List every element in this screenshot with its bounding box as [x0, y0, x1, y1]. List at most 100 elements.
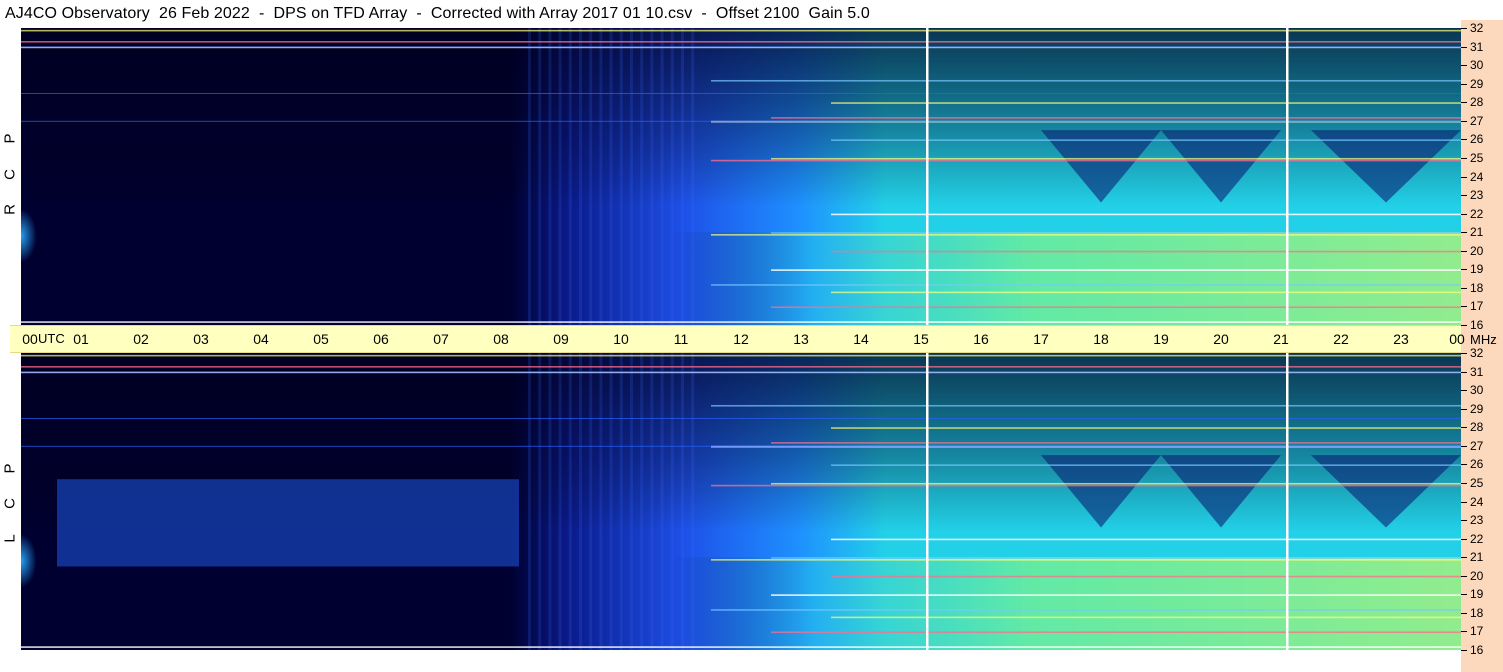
vertical-streak	[548, 353, 552, 650]
freq-tick-label: 23	[1470, 513, 1484, 528]
freq-tick-label: 25	[1470, 150, 1484, 165]
vertical-streak	[568, 353, 572, 650]
rfi-line	[831, 616, 1461, 619]
rfi-line	[831, 575, 1461, 578]
freq-tick	[1461, 120, 1467, 122]
freq-tick-label: 31	[1470, 364, 1484, 379]
freq-tick	[1461, 538, 1467, 540]
rcp-label-p: P	[1, 133, 19, 144]
rfi-line	[771, 631, 1461, 634]
freq-tick-label: 24	[1470, 169, 1484, 184]
vertical-streak	[528, 28, 531, 325]
rcp-spectrogram	[21, 28, 1461, 325]
rfi-line	[711, 284, 1461, 286]
freq-tick	[1461, 575, 1467, 577]
vertical-streak	[650, 353, 654, 650]
freq-tick	[1461, 408, 1467, 410]
vertical-streak	[650, 28, 654, 325]
freq-tick	[1461, 250, 1467, 252]
vertical-streak	[660, 28, 664, 325]
freq-tick	[1461, 195, 1467, 197]
rfi-line	[21, 646, 1461, 648]
freq-tick-label: 32	[1470, 346, 1484, 360]
time-axis: 00 01 02 03 04 05 06 07 08 09 10 11 12 13 14 15 16 17 18 19…	[10, 325, 1497, 353]
rfi-line	[771, 117, 1461, 119]
freq-tick-label: 22	[1470, 531, 1484, 546]
rfi-line	[771, 557, 1461, 559]
time-tick-label: 20	[1213, 331, 1229, 347]
freq-tick-label: 26	[1470, 457, 1484, 472]
vertical-streak	[670, 28, 674, 325]
freq-tick-label: 16	[1470, 318, 1484, 332]
freq-tick-label: 19	[1470, 587, 1484, 602]
vertical-streak	[538, 353, 542, 650]
rfi-line	[711, 79, 1461, 82]
vertical-streak	[568, 28, 572, 325]
time-tick-label: 04	[253, 331, 269, 347]
time-tick-label: 06	[373, 331, 389, 347]
freq-tick-label: 28	[1470, 420, 1484, 435]
freq-tick-label: 21	[1470, 550, 1484, 565]
freq-tick-label: 19	[1470, 262, 1484, 277]
rfi-line	[711, 484, 1461, 487]
baseline-line	[21, 92, 1461, 94]
freq-tick	[1461, 353, 1467, 354]
lcp-spectrogram	[21, 353, 1461, 650]
rfi-line	[771, 442, 1461, 444]
rfi-line	[771, 232, 1461, 234]
time-marker-1	[1286, 353, 1289, 650]
rfi-line	[831, 102, 1461, 104]
time-marker-0	[926, 28, 929, 325]
vertical-streak	[589, 28, 593, 325]
time-tick-label: 23	[1393, 331, 1409, 347]
time-tick-label: 19	[1153, 331, 1169, 347]
lcp-label-p: P	[1, 463, 19, 474]
night-band	[57, 479, 519, 567]
baseline-line	[21, 120, 1461, 122]
baseline-line	[21, 46, 1461, 48]
freq-tick	[1461, 46, 1467, 48]
vertical-streak	[538, 28, 542, 325]
rfi-line	[21, 365, 1461, 368]
freq-tick-label: 27	[1470, 438, 1484, 453]
vertical-streak	[579, 353, 582, 650]
lcp-label-c: C	[1, 498, 19, 509]
freq-tick-label: 17	[1470, 624, 1484, 639]
time-tick-label: 16	[973, 331, 989, 347]
rcp-label-c: C	[1, 169, 19, 180]
freq-tick	[1461, 176, 1467, 178]
vertical-streak	[691, 353, 695, 650]
vertical-streak	[548, 28, 552, 325]
rfi-line	[831, 139, 1461, 141]
rfi-line	[711, 159, 1461, 162]
rfi-line	[831, 538, 1461, 541]
time-tick-label: 18	[1093, 331, 1109, 347]
freq-tick	[1461, 102, 1467, 104]
vertical-streak	[640, 353, 644, 650]
time-tick-label: 00	[22, 331, 38, 347]
rfi-line	[771, 269, 1461, 271]
time-tick-label: 00	[1449, 331, 1465, 347]
freq-tick	[1461, 287, 1467, 289]
utc-label: UTC	[38, 331, 65, 346]
rfi-line	[831, 427, 1461, 429]
time-tick-label: 11	[673, 331, 689, 347]
freq-tick	[1461, 83, 1467, 85]
freq-tick-label: 22	[1470, 206, 1484, 221]
time-tick-label: 02	[133, 331, 149, 347]
freq-tick	[1461, 501, 1467, 503]
vertical-streak	[599, 353, 603, 650]
freq-tick	[1461, 232, 1467, 234]
rfi-line	[711, 609, 1461, 611]
time-tick-label: 22	[1333, 331, 1349, 347]
rfi-line	[771, 306, 1461, 309]
time-marker-1	[1286, 28, 1289, 325]
freq-tick	[1461, 213, 1467, 215]
freq-tick	[1461, 482, 1467, 484]
freq-tick-label: 30	[1470, 58, 1484, 73]
time-tick-label: 05	[313, 331, 329, 347]
freq-tick	[1461, 612, 1467, 614]
freq-tick-label: 26	[1470, 132, 1484, 147]
freq-tick	[1461, 325, 1467, 326]
rcp-label-r: R	[1, 204, 19, 215]
